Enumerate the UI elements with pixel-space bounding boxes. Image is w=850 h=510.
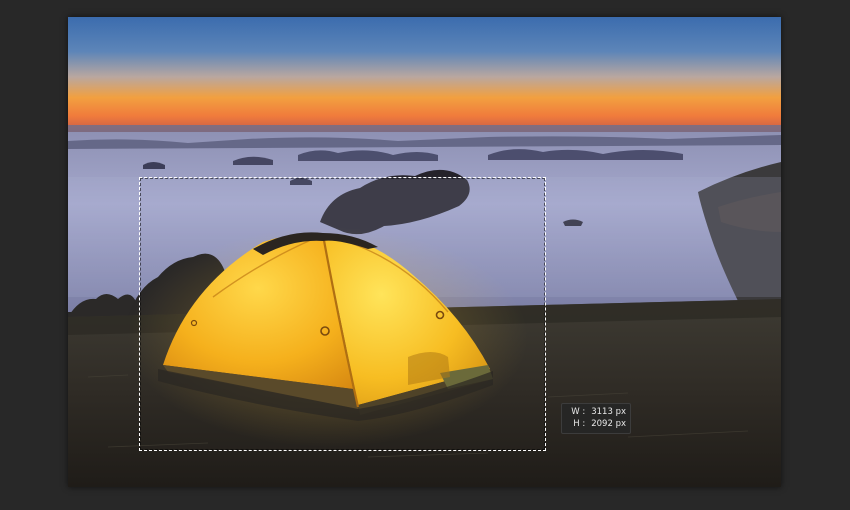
width-label: W : [571,407,586,417]
height-label: H : [573,419,586,429]
selection-height-row: H : 2092 px [566,418,626,430]
selection-width-row: W : 3113 px [566,406,626,418]
selection-marquee[interactable] [139,177,546,451]
width-value: 3113 px [591,407,626,417]
height-value: 2092 px [591,419,626,429]
selection-size-tooltip: W : 3113 px H : 2092 px [561,403,631,434]
document-workspace[interactable]: W : 3113 px H : 2092 px [0,0,850,510]
